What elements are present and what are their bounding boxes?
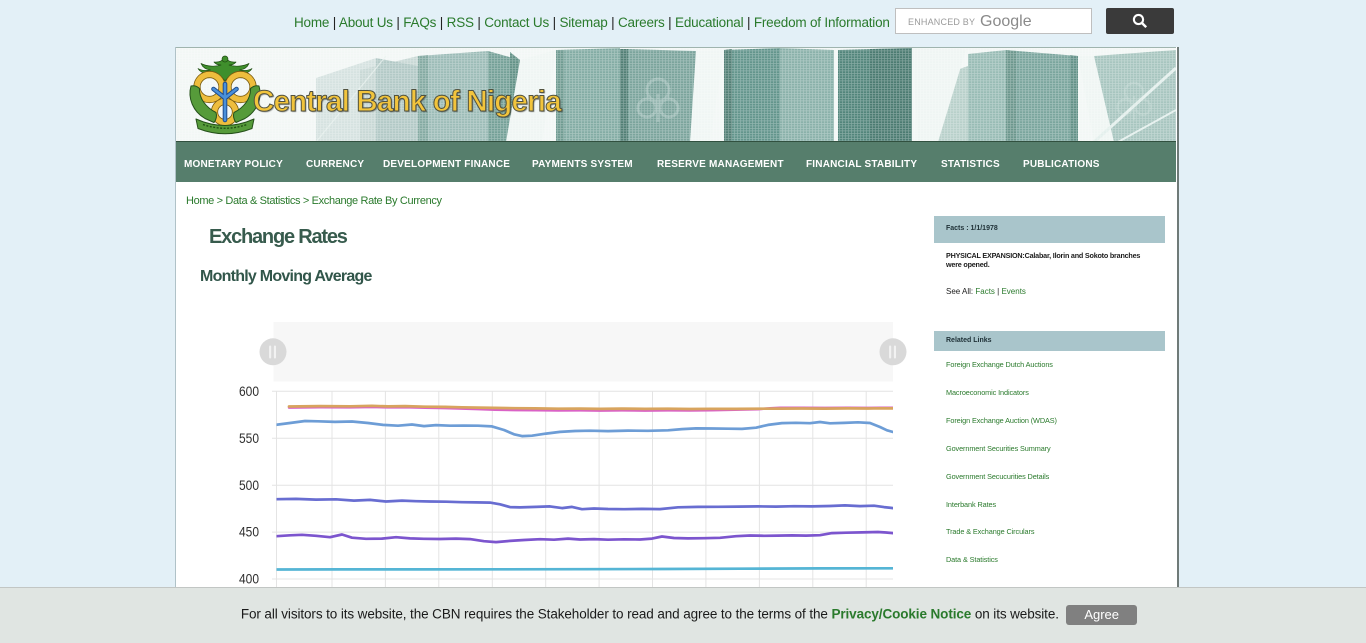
svg-text:450: 450 xyxy=(239,524,259,540)
svg-text:550: 550 xyxy=(239,430,259,446)
svg-text:400: 400 xyxy=(239,571,259,587)
svg-text:500: 500 xyxy=(239,477,259,493)
svg-text:600: 600 xyxy=(239,383,259,399)
